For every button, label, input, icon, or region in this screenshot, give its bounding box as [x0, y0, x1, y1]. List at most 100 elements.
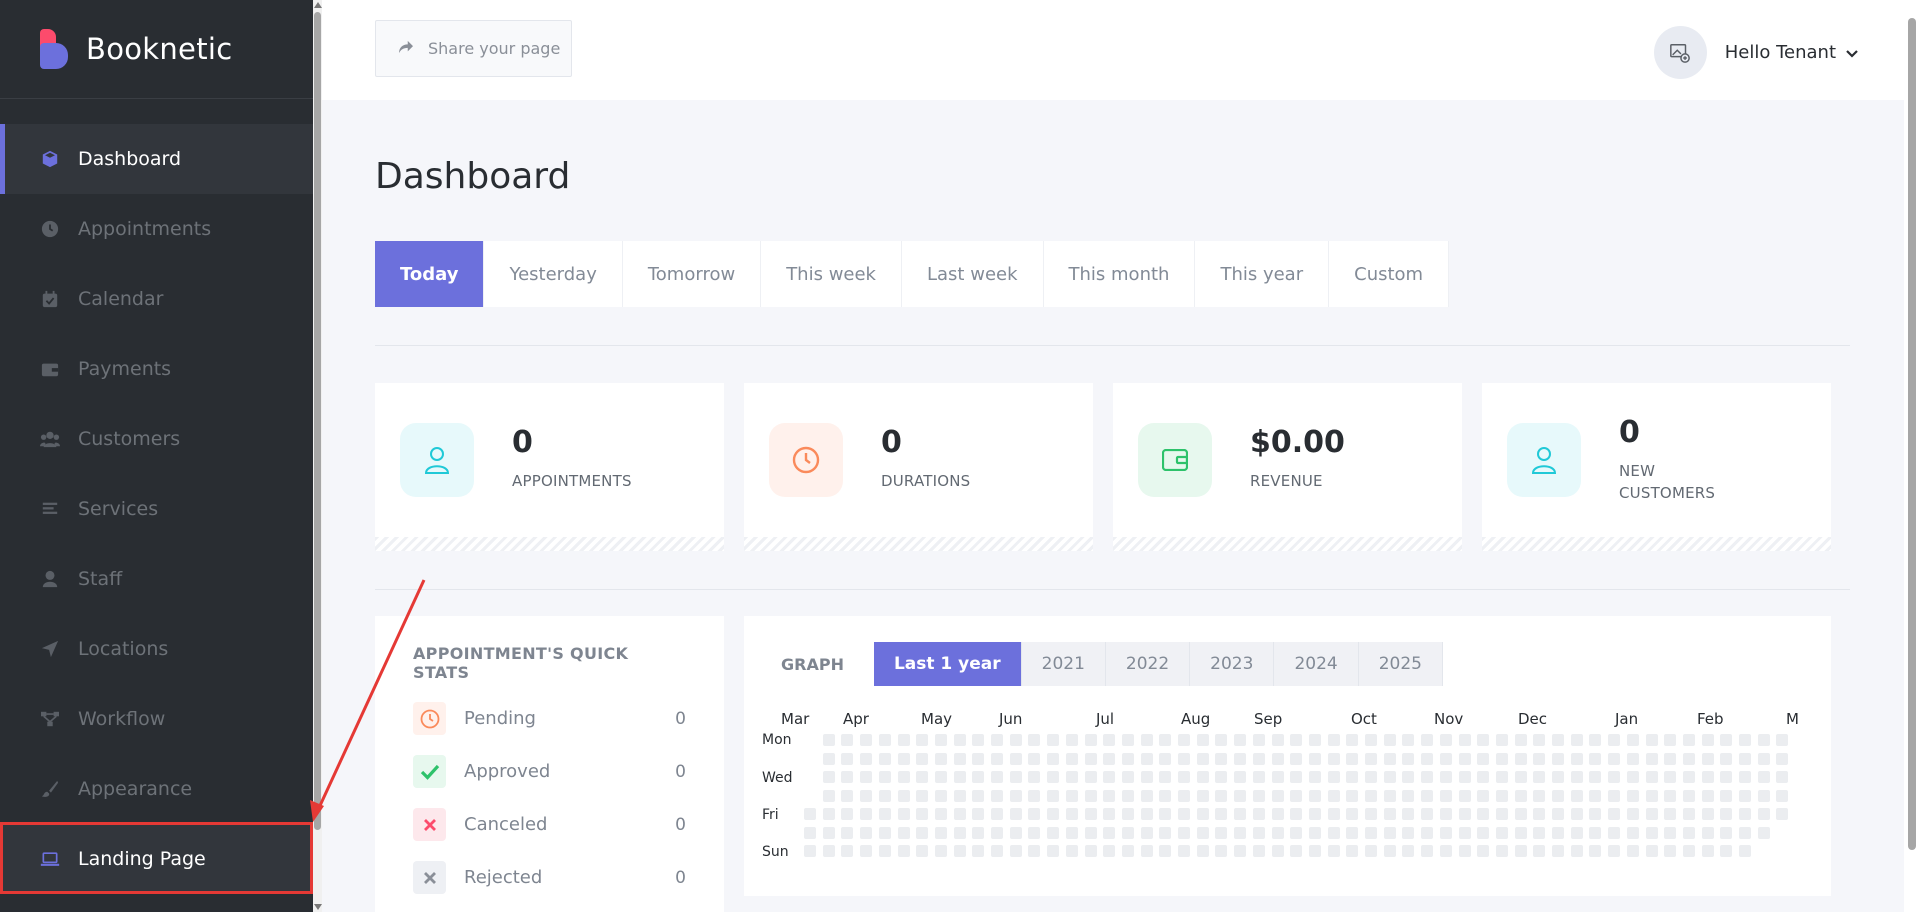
sidebar-item-appointments[interactable]: Appointments [0, 194, 313, 264]
heatmap-cell [972, 771, 985, 783]
annotation-highlight-box [0, 822, 313, 894]
heatmap-cell [1121, 808, 1134, 820]
heatmap-cell [1047, 752, 1060, 765]
tab-today[interactable]: Today [375, 241, 485, 307]
page-scrollbar-thumb[interactable] [1908, 18, 1916, 850]
tab-custom[interactable]: Custom [1329, 241, 1450, 307]
heatmap-cell [1421, 826, 1434, 839]
heatmap-cell [1533, 789, 1546, 802]
tab-this-week[interactable]: This week [761, 241, 902, 307]
heatmap-cell [1047, 734, 1060, 746]
heatmap-month-label: Mar [781, 710, 810, 728]
heatmap-cell [1196, 845, 1209, 857]
heatmap-cell [1065, 845, 1078, 857]
heatmap-cell [1365, 845, 1377, 857]
heatmap-cell [1252, 808, 1265, 820]
tab-2022[interactable]: 2022 [1106, 642, 1191, 686]
heatmap-cell [1495, 734, 1508, 746]
scroll-down-icon[interactable] [314, 904, 322, 910]
heatmap-cell [1514, 771, 1527, 783]
sidebar-scrollbar[interactable] [313, 0, 322, 912]
heatmap-month-label: Sep [1254, 710, 1283, 728]
heatmap-cell [1739, 734, 1751, 746]
heatmap-cell [1290, 808, 1303, 820]
sidebar-item-calendar[interactable]: Calendar [0, 264, 313, 334]
heatmap-cell [1495, 845, 1508, 857]
share-page-button[interactable]: Share your page [375, 20, 572, 77]
heatmap-cell [953, 808, 966, 820]
heatmap-cell [1495, 826, 1508, 839]
heatmap-cell [841, 826, 854, 839]
heatmap-cell [1140, 771, 1153, 783]
scrollbar-thumb[interactable] [314, 12, 321, 830]
tab-this-month[interactable]: This month [1044, 241, 1196, 307]
page-scrollbar[interactable] [1904, 0, 1920, 912]
heatmap-cell [1570, 845, 1583, 857]
heatmap-cell [1458, 734, 1471, 746]
tab-2025[interactable]: 2025 [1359, 642, 1443, 686]
sidebar-item-services[interactable]: Services [0, 474, 313, 544]
date-range-tabs: Today Yesterday Tomorrow This week Last … [375, 241, 1450, 307]
tab-2024[interactable]: 2024 [1274, 642, 1359, 686]
heatmap-cell [916, 771, 929, 783]
heatmap-cell [1103, 752, 1116, 765]
sidebar-item-payments[interactable]: Payments [0, 334, 313, 404]
heatmap-cell [991, 826, 1003, 839]
heatmap-cell [1664, 734, 1677, 746]
tab-2023[interactable]: 2023 [1190, 642, 1275, 686]
heatmap-cell [916, 845, 929, 857]
heatmap-cell [822, 752, 835, 765]
sidebar-item-workflow[interactable]: Workflow [0, 684, 313, 754]
tab-yesterday[interactable]: Yesterday [484, 241, 623, 307]
tab-last-1-year[interactable]: Last 1 year [873, 642, 1022, 686]
scroll-up-icon[interactable] [314, 2, 322, 8]
heatmap-cell [1365, 734, 1377, 746]
sidebar-item-appearance[interactable]: Appearance [0, 754, 313, 824]
heatmap-cell [1739, 845, 1751, 857]
tab-last-week[interactable]: Last week [902, 241, 1044, 307]
heatmap-cell [1009, 808, 1022, 820]
heatmap-cell [953, 826, 966, 839]
heatmap-cell [1514, 826, 1527, 839]
heatmap-cell [1346, 808, 1359, 820]
heatmap-cell [1365, 771, 1377, 783]
heatmap-cell [1720, 734, 1733, 746]
chevron-down-icon [1846, 43, 1858, 62]
heatmap-cell [1140, 808, 1153, 820]
stat-row-approved: Approved 0 [413, 755, 686, 788]
heatmap-cell [1084, 808, 1097, 820]
heatmap-cell [1365, 752, 1377, 765]
heatmap-cell [1682, 808, 1695, 820]
heatmap-cell [860, 734, 873, 746]
heatmap-cell [1159, 789, 1172, 802]
heatmap-cell [1757, 826, 1770, 839]
sidebar-item-dashboard[interactable]: Dashboard [0, 124, 313, 194]
heatmap-month-label: May [921, 710, 953, 728]
sidebar-item-customers[interactable]: Customers [0, 404, 313, 474]
heatmap-cell [1271, 826, 1284, 839]
heatmap-cell [1477, 789, 1490, 802]
page-title: Dashboard [375, 156, 571, 197]
heatmap-cell [1103, 845, 1116, 857]
heatmap-cell [822, 771, 835, 783]
brand[interactable]: Booknetic [0, 0, 313, 99]
heatmap-cell [1421, 752, 1434, 765]
sidebar-item-label: Appointments [78, 218, 212, 240]
heatmap-cell [1215, 789, 1228, 802]
sidebar-item-staff[interactable]: Staff [0, 544, 313, 614]
tab-tomorrow[interactable]: Tomorrow [623, 241, 762, 307]
user-menu[interactable]: Hello Tenant [1653, 26, 1858, 79]
sidebar-item-label: Payments [78, 358, 172, 380]
tab-2021[interactable]: 2021 [1022, 642, 1106, 686]
tab-this-year[interactable]: This year [1195, 241, 1330, 307]
brand-name: Booknetic [86, 32, 233, 66]
cube-icon [40, 149, 60, 169]
heatmap-cell [934, 845, 947, 857]
sidebar-item-locations[interactable]: Locations [0, 614, 313, 684]
heatmap-cell [1196, 771, 1209, 783]
heatmap-cell [860, 826, 873, 839]
heatmap-cell [1215, 734, 1228, 746]
heatmap-cell [878, 752, 891, 765]
heatmap-cell [878, 789, 891, 802]
heatmap-cell [1271, 752, 1284, 765]
